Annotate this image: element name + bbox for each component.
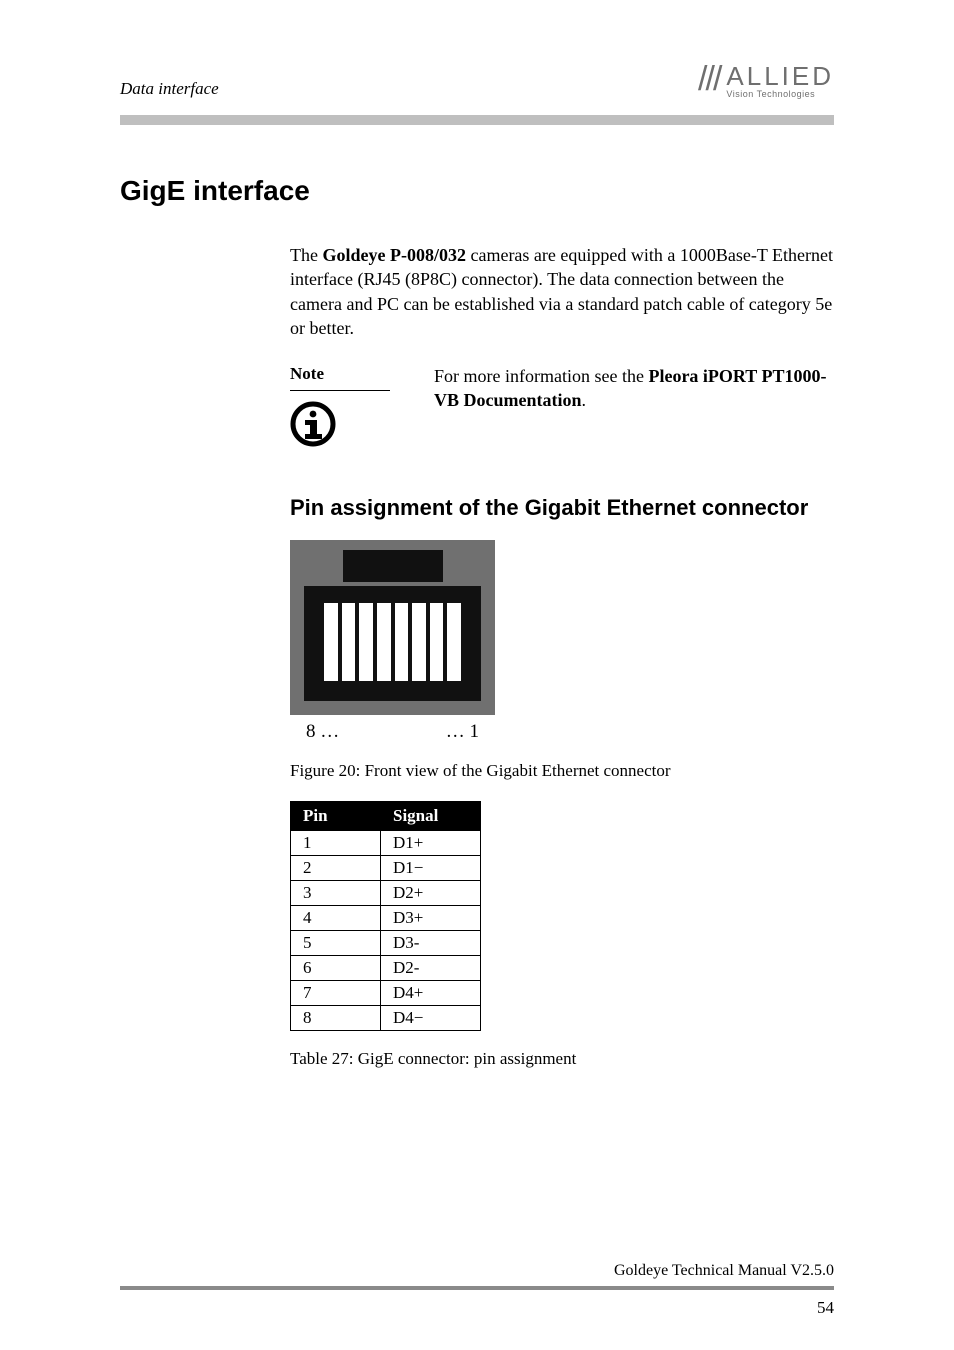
pin-assignment-table: Pin Signal 1D1+2D1−3D2+4D3+5D3-6D2-7D4+8… [290, 801, 481, 1031]
rj45-connector-illustration [290, 540, 495, 715]
page-number: 54 [817, 1298, 834, 1318]
table-header-pin: Pin [291, 801, 381, 830]
table-cell: 3 [291, 880, 381, 905]
table-cell: D3- [381, 930, 481, 955]
pin-bar [342, 603, 356, 681]
footer-divider [120, 1286, 834, 1290]
table-cell: 8 [291, 1005, 381, 1030]
note-text-after: . [582, 390, 587, 410]
table-row: 1D1+ [291, 830, 481, 855]
intro-product: Goldeye P-008/032 [322, 245, 465, 265]
connector-tab [343, 550, 443, 582]
table-cell: 7 [291, 980, 381, 1005]
pin-num-right: … 1 [446, 721, 479, 743]
intro-paragraph: The Goldeye P-008/032 cameras are equipp… [290, 243, 834, 340]
table-row: 2D1− [291, 855, 481, 880]
table-cell: D1− [381, 855, 481, 880]
logo-sub-text: Vision Technologies [726, 90, 834, 99]
table-row: 8D4− [291, 1005, 481, 1030]
note-block: Note For more information see the Pleora… [290, 364, 834, 452]
connector-body [304, 586, 481, 701]
table-row: 4D3+ [291, 905, 481, 930]
logo-main-text: ALLIED [726, 63, 834, 89]
figure-caption: Figure 20: Front view of the Gigabit Eth… [290, 761, 834, 781]
table-cell: D4+ [381, 980, 481, 1005]
table-cell: 1 [291, 830, 381, 855]
note-divider [290, 390, 390, 391]
table-row: 7D4+ [291, 980, 481, 1005]
table-cell: 5 [291, 930, 381, 955]
figure-connector: 8 … … 1 Figure 20: Front view of the Gig… [290, 540, 834, 781]
table-cell: D1+ [381, 830, 481, 855]
brand-logo: /// ALLIED Vision Technologies [698, 60, 834, 99]
table-cell: 2 [291, 855, 381, 880]
table-row: 3D2+ [291, 880, 481, 905]
table-row: 5D3- [291, 930, 481, 955]
table-header-signal: Signal [381, 801, 481, 830]
logo-slashes-icon: /// [698, 60, 720, 99]
table-cell: D3+ [381, 905, 481, 930]
info-icon [290, 401, 420, 452]
table-caption: Table 27: GigE connector: pin assignment [290, 1049, 834, 1069]
pin-bar [377, 603, 391, 681]
pin-bar [430, 603, 444, 681]
table-cell: 4 [291, 905, 381, 930]
page-title: GigE interface [120, 175, 834, 207]
table-row: 6D2- [291, 955, 481, 980]
note-label: Note [290, 364, 420, 384]
table-cell: 6 [291, 955, 381, 980]
table-cell: D2- [381, 955, 481, 980]
pin-bar [395, 603, 409, 681]
pin-bar [447, 603, 461, 681]
table-cell: D2+ [381, 880, 481, 905]
section-heading: Pin assignment of the Gigabit Ethernet c… [290, 494, 830, 522]
pin-num-left: 8 … [306, 721, 339, 743]
header-divider [120, 115, 834, 125]
intro-before: The [290, 245, 322, 265]
pin-bar [324, 603, 338, 681]
pin-bar [359, 603, 373, 681]
pin-bar [412, 603, 426, 681]
connector-pins [324, 603, 461, 681]
footer-doc-title: Goldeye Technical Manual V2.5.0 [614, 1262, 834, 1280]
section-label: Data interface [120, 79, 219, 99]
table-cell: D4− [381, 1005, 481, 1030]
note-text-before: For more information see the [434, 366, 648, 386]
